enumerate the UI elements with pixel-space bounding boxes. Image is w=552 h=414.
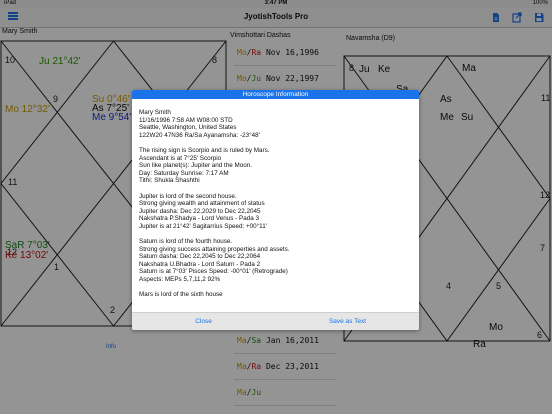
info-line: Tithi: Shukla Shashthi: [139, 177, 200, 185]
info-line: Strong giving wealth and attainment of s…: [139, 200, 265, 208]
info-line: Ascendant is at 7°25' Scorpio: [139, 154, 222, 162]
info-line: Mary Smith: [139, 109, 171, 116]
info-line: 11/16/1996 7:58 AM W08:00 STD: [139, 116, 233, 124]
info-line: Jupiter is lord of the second house.: [139, 192, 237, 200]
info-line: 122W20 47N36 Ra/Sa Ayanamsha: -23°48': [139, 131, 260, 139]
info-line: Saturn is lord of the fourth house.: [139, 238, 233, 246]
info-line: Seattle, Washington, United States: [139, 124, 237, 132]
info-line: Saturn dasha: Dec 22,2045 to Dec 22,2064: [139, 253, 261, 261]
dialog-footer: Close Save as Text: [132, 312, 419, 330]
info-line: Mars is lord of the sixth house: [139, 291, 223, 299]
info-line: The rising sign is Scorpio and is ruled …: [139, 146, 270, 154]
info-line: Saturn is at 7°03' Pisces Speed: -00°01'…: [139, 268, 288, 276]
save-as-text-button[interactable]: Save as Text: [276, 313, 419, 330]
info-line: Day: Saturday Sunrise: 7:17 AM: [139, 169, 229, 177]
close-button[interactable]: Close: [132, 313, 275, 330]
horoscope-text[interactable]: Mary Smith 11/16/1996 7:58 AM W08:00 STD…: [139, 109, 414, 309]
horoscope-info-dialog: Horoscope Information Mary Smith 11/16/1…: [132, 90, 419, 330]
info-line: Sun like planet(s): Jupiter and the Moon…: [139, 162, 253, 170]
info-line: Strong giving success attaining properti…: [139, 245, 290, 253]
info-line: Aspects: MEPs 5,7,11,2 92%: [139, 276, 221, 284]
info-line: Jupiter is at 21°42' Sagitarrius Speed: …: [139, 222, 267, 230]
dialog-title: Horoscope Information: [132, 90, 419, 99]
info-line: Jupiter dasha: Dec 22,2029 to Dec 22,204…: [139, 207, 261, 215]
info-line: Nakshatra P.Shadya - Lord Venus - Pada 3: [139, 215, 259, 223]
